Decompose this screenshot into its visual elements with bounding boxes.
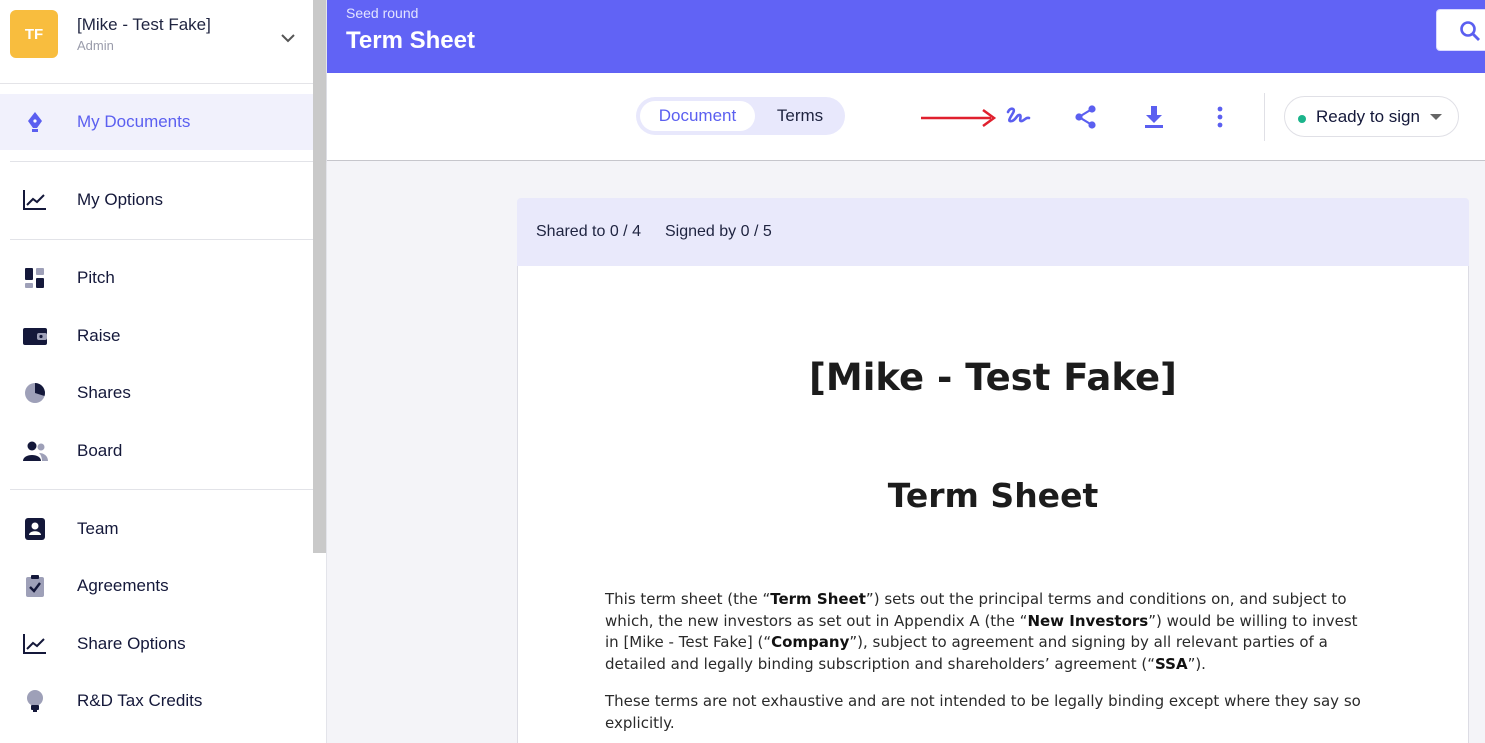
search-button[interactable]	[1436, 9, 1485, 51]
shared-count: Shared to 0 / 4	[536, 223, 641, 240]
sidebar-divider	[10, 161, 313, 162]
sidebar-item-rd-tax-credits[interactable]: R&D Tax Credits	[0, 673, 313, 729]
document-paragraph: This term sheet (the “Term Sheet”) sets …	[605, 590, 1358, 673]
pie-chart-icon	[25, 383, 45, 403]
lightbulb-icon	[27, 690, 43, 712]
signature-icon[interactable]	[1003, 102, 1033, 132]
line-chart-icon	[23, 634, 46, 654]
document-status-bar: Shared to 0 / 4 Signed by 0 / 5	[517, 198, 1469, 266]
pen-nib-icon	[28, 112, 42, 132]
status-dot	[1298, 115, 1306, 123]
org-name: [Mike - Test Fake]	[77, 15, 211, 34]
document-area: Shared to 0 / 4 Signed by 0 / 5 [Mike - …	[327, 161, 1485, 743]
sidebar-item-pitch[interactable]: Pitch	[0, 250, 313, 306]
org-switcher[interactable]: TF [Mike - Test Fake] Admin	[0, 0, 313, 84]
more-vertical-icon[interactable]	[1205, 102, 1235, 132]
sidebar-item-raise[interactable]: Raise	[0, 308, 313, 364]
sidebar-item-label: Raise	[77, 326, 121, 345]
status-dropdown[interactable]: Ready to sign	[1284, 96, 1459, 137]
tab-terms[interactable]: Terms	[760, 101, 840, 131]
document-heading: [Mike - Test Fake]	[809, 356, 1177, 399]
share-icon[interactable]	[1071, 102, 1101, 132]
org-avatar: TF	[10, 10, 58, 58]
page-header: Seed round Term Sheet	[327, 0, 1485, 73]
sidebar-scrollbar[interactable]	[313, 0, 326, 553]
sidebar-item-share-options[interactable]: Share Options	[0, 616, 313, 672]
sidebar-item-board[interactable]: Board	[0, 423, 313, 479]
dashboard-icon	[25, 268, 44, 288]
id-badge-icon	[25, 518, 45, 540]
download-icon[interactable]	[1139, 102, 1169, 132]
document-subheading: Term Sheet	[887, 476, 1099, 515]
document-paragraph: These terms are not exhaustive and are n…	[605, 692, 1361, 732]
page-title: Term Sheet	[346, 27, 475, 54]
view-toggle: Document Terms	[636, 97, 845, 135]
sidebar-item-my-options[interactable]: My Options	[0, 172, 313, 228]
search-icon	[1460, 21, 1480, 41]
sidebar-item-label: My Options	[77, 190, 163, 209]
caret-down-icon	[1430, 114, 1442, 120]
sidebar: TF [Mike - Test Fake] Admin My Documents…	[0, 0, 327, 743]
clipboard-check-icon	[26, 575, 44, 597]
sidebar-item-label: R&D Tax Credits	[77, 691, 203, 710]
org-role: Admin	[77, 38, 114, 53]
sidebar-item-label: Pitch	[77, 268, 115, 287]
page-kicker: Seed round	[346, 5, 419, 21]
wallet-icon	[23, 328, 47, 345]
sidebar-item-agreements[interactable]: Agreements	[0, 558, 313, 614]
document-page: [Mike - Test Fake] Term Sheet This term …	[517, 266, 1469, 743]
sidebar-item-label: Agreements	[77, 576, 169, 595]
sidebar-item-label: Board	[77, 441, 123, 460]
document-toolbar: Document Terms Ready to sign	[327, 73, 1485, 161]
sidebar-item-label: Shares	[77, 383, 131, 402]
sidebar-item-my-documents[interactable]: My Documents	[0, 94, 313, 150]
line-chart-icon	[23, 190, 46, 210]
chevron-down-icon[interactable]	[278, 28, 298, 48]
status-label: Ready to sign	[1316, 107, 1420, 126]
sidebar-item-label: My Documents	[77, 112, 191, 131]
annotation-arrow	[921, 108, 997, 128]
people-icon	[23, 441, 48, 461]
tab-document[interactable]: Document	[640, 101, 755, 131]
sidebar-item-label: Share Options	[77, 634, 186, 653]
signed-count: Signed by 0 / 5	[665, 223, 772, 240]
sidebar-item-team[interactable]: Team	[0, 501, 313, 557]
sidebar-item-label: Team	[77, 519, 119, 538]
sidebar-divider	[10, 239, 313, 240]
sidebar-item-shares[interactable]: Shares	[0, 365, 313, 421]
sidebar-divider	[10, 489, 313, 490]
toolbar-divider	[1264, 93, 1265, 141]
